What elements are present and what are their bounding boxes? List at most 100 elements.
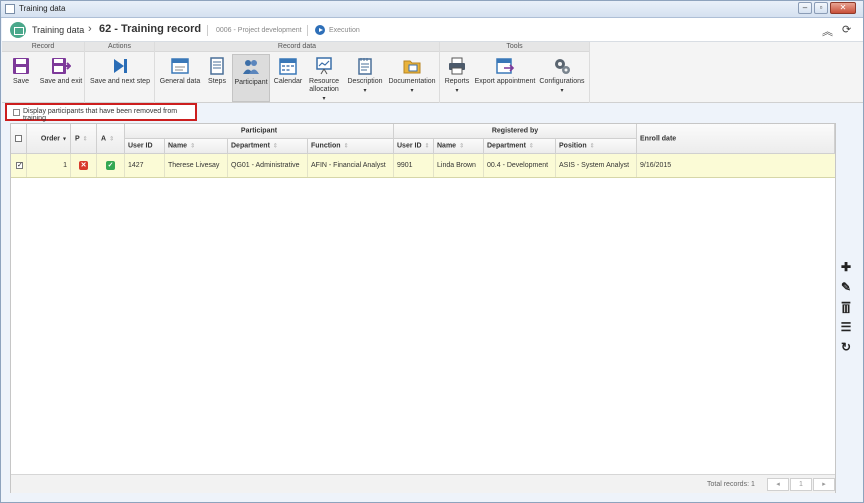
- column-p[interactable]: P ⇕: [71, 124, 97, 154]
- sort-icon: ⇕: [424, 143, 430, 150]
- minimize-button[interactable]: –: [798, 2, 812, 14]
- table-row[interactable]: ✓ 1 ✕ ✓ 1427 Therese Livesay QG01 - Admi…: [11, 154, 835, 178]
- configurations-label: Configurations: [539, 78, 585, 85]
- list-icon[interactable]: ☰: [838, 319, 854, 335]
- removed-participants-checkbox[interactable]: [13, 109, 20, 116]
- prev-page-button[interactable]: ◂: [767, 478, 789, 491]
- collapse-icon[interactable]: ︽: [822, 23, 833, 39]
- next-page-button[interactable]: ▸: [813, 478, 835, 491]
- window-titlebar: Training data – ▫ ✕: [1, 1, 863, 18]
- save-button[interactable]: Save: [4, 54, 38, 102]
- folder-icon: [403, 60, 421, 74]
- p-cell: ✕: [71, 154, 97, 177]
- column-reg-user-id[interactable]: User ID ⇕: [394, 139, 434, 154]
- sort-icon: ⇕: [343, 143, 349, 150]
- removed-participants-filter[interactable]: Display participants that have been remo…: [5, 103, 197, 122]
- maximize-button[interactable]: ▫: [814, 2, 828, 14]
- app-window: Training data – ▫ ✕ Training data › 62 -…: [0, 0, 864, 503]
- dropdown-arrow-icon: ▾: [322, 96, 326, 102]
- window-title: Training data: [19, 4, 66, 13]
- breadcrumb-app[interactable]: Training data: [32, 25, 84, 35]
- refresh-header-icon[interactable]: ⟳: [842, 23, 851, 36]
- column-user-id[interactable]: User ID: [125, 139, 165, 154]
- user-id-cell: 1427: [125, 154, 165, 177]
- resource-allocation-label: Resource allocation: [309, 78, 339, 93]
- reg-department-cell: 00.4 - Development: [484, 154, 556, 177]
- general-data-label: General data: [159, 78, 201, 85]
- export-appointment-label: Export appointment: [474, 78, 536, 85]
- trash-icon[interactable]: [838, 299, 854, 315]
- reg-user-id-cell: 9901: [394, 154, 434, 177]
- column-department[interactable]: Department ⇕: [228, 139, 308, 154]
- ribbon-group-record-data: Record data General data Steps Participa…: [155, 42, 440, 103]
- sort-icon: ⇕: [528, 143, 534, 150]
- pencil-icon[interactable]: ✎: [838, 279, 854, 295]
- participant-group-header: Participant: [125, 124, 394, 139]
- column-enroll-date[interactable]: Enroll date: [637, 124, 835, 154]
- sort-icon: ⇕: [190, 143, 196, 150]
- participant-label: Participant: [234, 79, 268, 86]
- reports-label: Reports: [444, 78, 470, 85]
- toolbar-ribbon: Record Save Save and exit Actions Save a…: [2, 42, 863, 103]
- column-reg-department[interactable]: Department ⇕: [484, 139, 556, 154]
- ribbon-group-actions: Actions Save and next step: [85, 42, 155, 103]
- sort-icon: ⇕: [459, 143, 465, 150]
- participant-button[interactable]: Participant: [232, 54, 270, 102]
- save-label: Save: [13, 78, 29, 85]
- column-a[interactable]: A ⇕: [97, 124, 125, 154]
- calendar-button[interactable]: Calendar: [271, 54, 305, 102]
- documentation-label: Documentation: [388, 78, 436, 85]
- document-icon: [210, 57, 224, 75]
- sort-icon: ⇕: [109, 136, 115, 142]
- save-next-step-button[interactable]: Save and next step: [89, 54, 151, 102]
- row-checkbox[interactable]: ✓: [16, 162, 23, 169]
- reports-button[interactable]: Reports ▾: [442, 54, 472, 102]
- people-icon: [243, 60, 259, 74]
- dropdown-arrow-icon: ▾: [455, 88, 459, 94]
- page-number[interactable]: 1: [790, 478, 812, 491]
- steps-button[interactable]: Steps: [203, 54, 231, 102]
- column-function[interactable]: Function ⇕: [308, 139, 394, 154]
- save-next-label: Save and next step: [90, 78, 150, 85]
- group-title: Record data: [155, 42, 439, 52]
- grid-footer: Total records: 1 ◂ 1 ▸: [11, 474, 835, 493]
- name-cell: Therese Livesay: [165, 154, 228, 177]
- window-icon: [171, 58, 189, 74]
- dropdown-arrow-icon: ▾: [410, 88, 414, 94]
- refresh-icon[interactable]: ↻: [838, 339, 854, 355]
- save-and-exit-button[interactable]: Save and exit: [38, 54, 84, 102]
- configurations-button[interactable]: Configurations ▾: [538, 54, 586, 102]
- close-button[interactable]: ✕: [830, 2, 856, 14]
- column-order[interactable]: Order ▾: [27, 124, 71, 154]
- notepad-icon: [358, 58, 372, 75]
- trash-svg: [841, 301, 851, 314]
- sort-icon: ⇕: [589, 143, 595, 150]
- select-all-checkbox[interactable]: [15, 135, 22, 142]
- resource-allocation-button[interactable]: Resource allocation ▾: [305, 54, 343, 102]
- reg-name-cell: Linda Brown: [434, 154, 484, 177]
- column-name[interactable]: Name ⇕: [165, 139, 228, 154]
- steps-label: Steps: [208, 78, 226, 85]
- save-exit-label: Save and exit: [39, 78, 83, 85]
- export-appointment-button[interactable]: Export appointment: [474, 54, 536, 102]
- ribbon-group-tools: Tools Reports ▾ Export appointment Confi…: [440, 42, 590, 103]
- sort-icon: ⇕: [82, 136, 88, 142]
- general-data-button[interactable]: General data: [157, 54, 203, 102]
- removed-participants-label: Display participants that have been remo…: [23, 108, 178, 122]
- play-circle-icon: [315, 25, 325, 35]
- calendar-label: Calendar: [273, 78, 303, 85]
- description-button[interactable]: Description ▾: [345, 54, 385, 102]
- documentation-button[interactable]: Documentation ▾: [387, 54, 437, 102]
- presentation-icon: [316, 57, 332, 75]
- training-logo-icon: [10, 22, 26, 38]
- participants-grid: Order ▾ P ⇕ A ⇕ Participant Registered by E…: [10, 123, 836, 493]
- group-title: Record: [2, 42, 84, 52]
- column-position[interactable]: Position ⇕: [556, 139, 637, 154]
- page-title: 62 - Training record: [99, 23, 202, 35]
- calendar-icon: [279, 58, 297, 75]
- total-records: Total records: 1: [707, 481, 755, 488]
- row-select-cell: ✓: [11, 154, 27, 177]
- dropdown-arrow-icon: ▾: [363, 88, 367, 94]
- plus-icon[interactable]: ✚: [838, 259, 854, 275]
- column-reg-name[interactable]: Name ⇕: [434, 139, 484, 154]
